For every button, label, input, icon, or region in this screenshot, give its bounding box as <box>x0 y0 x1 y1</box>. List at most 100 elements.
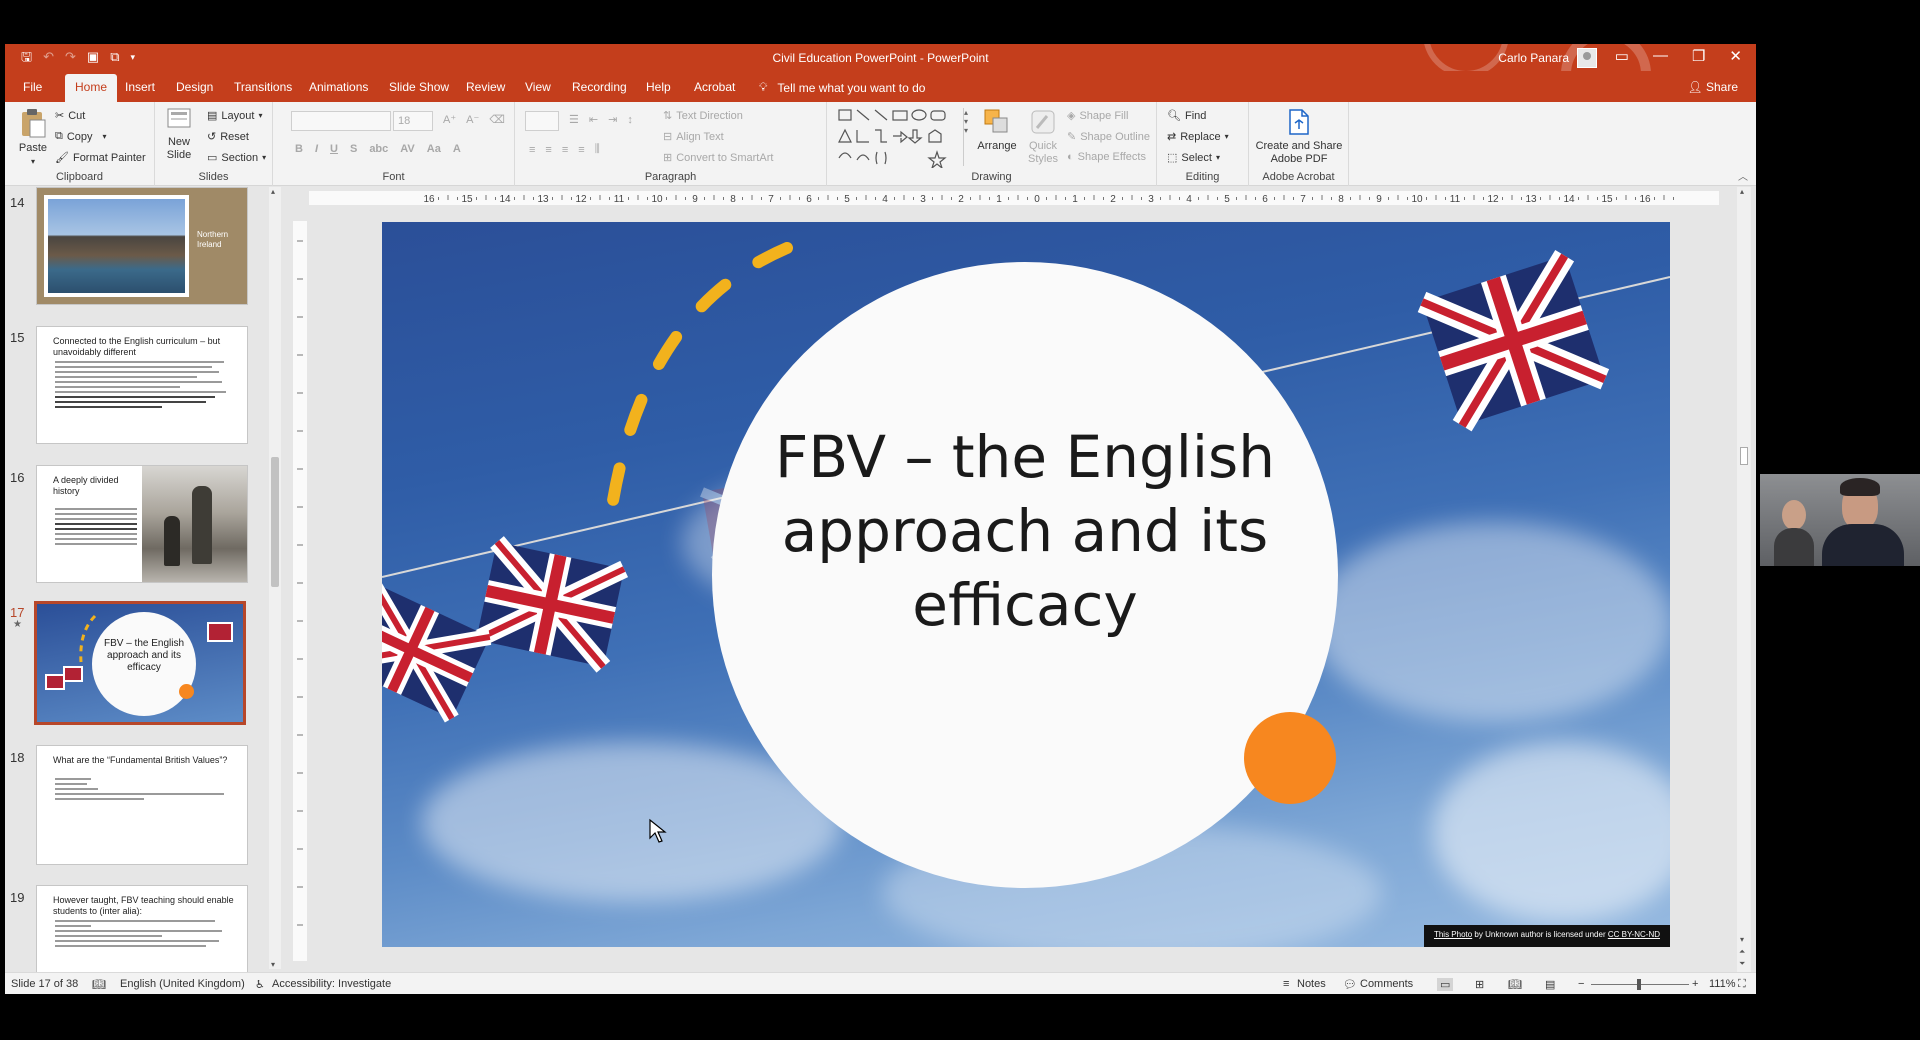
zoom-slider-thumb[interactable] <box>1637 979 1641 990</box>
tab-home[interactable]: Home <box>65 74 118 102</box>
tab-slide-show[interactable]: Slide Show <box>389 80 449 94</box>
minimize-icon[interactable]: — <box>1653 47 1668 65</box>
thumbnail-slide-16[interactable]: A deeply divided history <box>36 465 248 583</box>
reading-view-icon[interactable]: 📖︎ <box>1508 978 1522 991</box>
italic-icon[interactable]: I <box>315 143 318 155</box>
previous-slide-icon[interactable]: ⏶ <box>1739 947 1745 957</box>
tab-review[interactable]: Review <box>466 80 505 94</box>
underline-icon[interactable]: U <box>330 143 338 155</box>
ribbon-display-icon[interactable]: ▭ <box>1615 47 1629 65</box>
justify-icon[interactable]: ≡ <box>578 144 584 156</box>
increase-indent-icon[interactable]: ⇥ <box>608 113 617 126</box>
thumbnail-slide-18[interactable]: What are the “Fundamental British Values… <box>36 745 248 865</box>
thumbnail-slide-14[interactable]: Northern Ireland <box>36 187 248 305</box>
text-direction-button[interactable]: ⇅ Text Direction <box>663 109 743 123</box>
reset-button[interactable]: ↺ Reset <box>207 130 249 144</box>
tab-help[interactable]: Help <box>646 80 671 94</box>
align-left-icon[interactable]: ≡ <box>529 144 535 156</box>
clear-format-icon[interactable]: ⌫ <box>489 113 505 126</box>
decrease-indent-icon[interactable]: ⇤ <box>589 113 598 126</box>
font-color-icon[interactable]: A <box>453 143 461 155</box>
comments-button[interactable]: Comments <box>1360 978 1413 990</box>
scroll-down-icon[interactable]: ▾ <box>271 960 275 969</box>
line-spacing-icon[interactable]: ↕ <box>627 114 633 126</box>
align-center-icon[interactable]: ≡ <box>545 144 551 156</box>
tab-view[interactable]: View <box>525 80 551 94</box>
tab-acrobat[interactable]: Acrobat <box>694 80 735 94</box>
video-call-thumbnail[interactable] <box>1760 474 1920 566</box>
scroll-up-icon[interactable]: ▴ <box>271 187 275 196</box>
font-size-combo[interactable]: 18 <box>393 111 433 131</box>
shape-fill-button[interactable]: ◈ Shape Fill <box>1067 109 1128 123</box>
notes-button[interactable]: Notes <box>1297 978 1326 990</box>
photo-link[interactable]: This Photo <box>1434 930 1472 939</box>
shrink-font-icon[interactable]: A⁻ <box>466 113 479 126</box>
find-button[interactable]: 🔍︎ Find <box>1167 109 1206 123</box>
change-case-icon[interactable]: Aa <box>427 143 441 155</box>
layout-button[interactable]: ▤ Layout ▾ <box>207 109 262 123</box>
fit-slide-icon[interactable]: ⛶ <box>1738 978 1746 991</box>
thumbnail-slide-17[interactable]: FBV – the English approach and its effic… <box>34 601 246 725</box>
font-name-combo[interactable] <box>291 111 391 131</box>
replace-button[interactable]: ⇄ Replace ▾ <box>1167 130 1229 144</box>
cut-button[interactable]: ✂ Cut <box>55 109 85 123</box>
shape-outline-button[interactable]: ✎ Shape Outline <box>1067 130 1150 144</box>
slide-sorter-icon[interactable]: ⊞ <box>1475 978 1484 991</box>
next-slide-icon[interactable]: ⏷ <box>1739 959 1745 969</box>
scrollbar-thumb[interactable] <box>1740 447 1748 465</box>
thumbnail-scrollbar[interactable]: ▴ ▾ <box>269 187 281 969</box>
grow-font-icon[interactable]: A⁺ <box>443 113 456 126</box>
zoom-level[interactable]: 111% <box>1709 978 1736 990</box>
new-slide-button[interactable]: New Slide <box>163 106 195 162</box>
accessibility-status[interactable]: Accessibility: Investigate <box>272 978 391 990</box>
shape-effects-button[interactable]: ◐ Shape Effects <box>1067 151 1146 163</box>
strikethrough-icon[interactable]: abc <box>369 143 388 155</box>
quick-styles-button[interactable]: Quick Styles <box>1023 108 1063 166</box>
zoom-slider[interactable] <box>1591 979 1689 990</box>
select-button[interactable]: ⬚ Select ▾ <box>1167 151 1220 165</box>
zoom-in-icon[interactable]: + <box>1692 978 1698 990</box>
share-button[interactable]: 👤︎ Share <box>1687 80 1738 94</box>
columns-icon[interactable]: ⫼ <box>595 143 600 156</box>
thumbnail-slide-19[interactable]: However taught, FBV teaching should enab… <box>36 885 248 972</box>
close-icon[interactable]: ✕ <box>1729 47 1742 65</box>
numbering-icon[interactable]: ☰ <box>569 113 579 126</box>
slideshow-icon[interactable]: ▤ <box>1545 978 1555 991</box>
shapes-more-icon[interactable]: ▴ ▾ ▾ <box>963 108 973 166</box>
bullets-combo[interactable] <box>525 111 559 131</box>
language-indicator[interactable]: English (United Kingdom) <box>120 978 245 990</box>
convert-smartart-button[interactable]: ⊞ Convert to SmartArt <box>663 151 773 165</box>
slide-title[interactable]: FBV – the English approach and its effic… <box>772 420 1278 642</box>
zoom-out-icon[interactable]: − <box>1578 978 1584 990</box>
scroll-down-icon[interactable]: ▾ <box>1740 935 1744 944</box>
tab-file[interactable]: File <box>23 80 42 94</box>
shadow-icon[interactable]: S <box>350 143 357 155</box>
paste-button[interactable]: Paste ▾ <box>13 108 53 168</box>
license-link[interactable]: CC BY-NC-ND <box>1608 930 1660 939</box>
spellcheck-icon[interactable]: 📖︎ <box>92 978 106 991</box>
user-name[interactable]: Carlo Panara <box>1498 51 1569 65</box>
current-slide[interactable]: FBV – the English approach and its effic… <box>382 222 1670 947</box>
normal-view-icon[interactable]: ▭ <box>1437 978 1454 991</box>
copy-button[interactable]: ⧉ Copy ▾ <box>55 130 107 143</box>
tab-insert[interactable]: Insert <box>125 80 155 94</box>
tell-me-search[interactable]: 💡︎ Tell me what you want to do <box>759 80 925 95</box>
avatar[interactable] <box>1577 48 1597 68</box>
collapse-ribbon-icon[interactable]: ︿ <box>1738 168 1748 183</box>
section-button[interactable]: ▭ Section ▾ <box>207 151 266 165</box>
tab-recording[interactable]: Recording <box>572 80 627 94</box>
bold-icon[interactable]: B <box>295 143 303 155</box>
align-text-button[interactable]: ⊟ Align Text <box>663 130 724 144</box>
slide-scrollbar[interactable]: ▴ ▾ ⏶ ⏷ <box>1737 187 1751 972</box>
tab-design[interactable]: Design <box>176 80 213 94</box>
spacing-icon[interactable]: AV <box>400 143 414 155</box>
thumbnail-slide-15[interactable]: Connected to the English curriculum – bu… <box>36 326 248 444</box>
format-painter-button[interactable]: 🖌︎ Format Painter <box>55 151 146 165</box>
tab-transitions[interactable]: Transitions <box>234 80 292 94</box>
align-right-icon[interactable]: ≡ <box>562 144 568 156</box>
scrollbar-thumb[interactable] <box>271 457 279 587</box>
arrange-button[interactable]: Arrange <box>975 108 1019 153</box>
scroll-up-icon[interactable]: ▴ <box>1740 187 1744 196</box>
restore-icon[interactable]: ❐ <box>1692 47 1705 65</box>
tab-animations[interactable]: Animations <box>309 80 368 94</box>
